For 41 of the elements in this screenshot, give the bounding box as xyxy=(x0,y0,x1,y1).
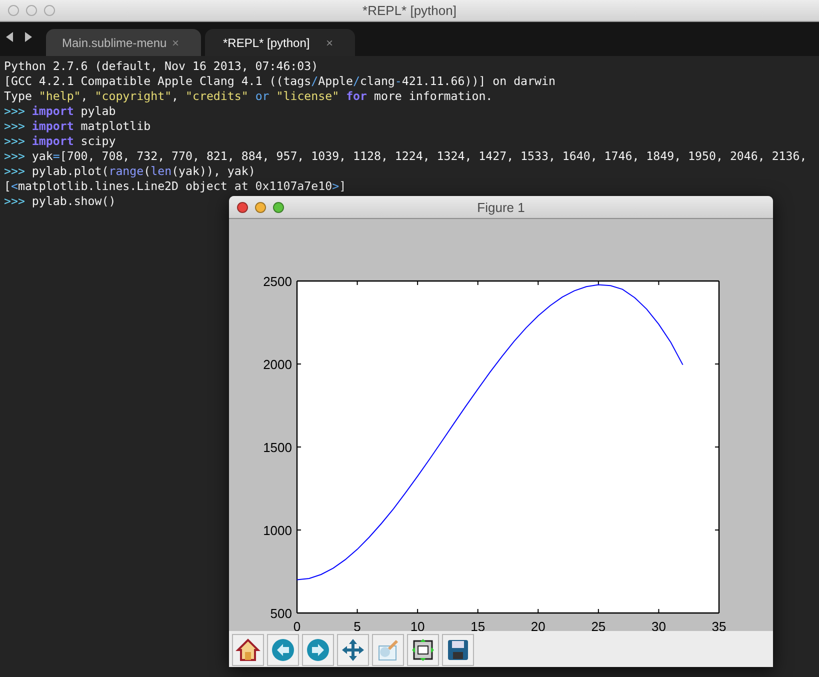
x-tick-label: 35 xyxy=(712,619,726,631)
y-tick-label: 500 xyxy=(270,606,292,621)
tab[interactable]: Main.sublime-menu × xyxy=(46,29,201,56)
console-line: >>> import pylab xyxy=(4,104,116,119)
close-icon[interactable]: × xyxy=(326,36,333,50)
x-tick-label: 5 xyxy=(354,619,361,631)
x-tick-label: 15 xyxy=(470,619,486,631)
toolbar-button[interactable] xyxy=(442,634,474,666)
toolbar-button[interactable] xyxy=(232,634,264,666)
window-control-icon[interactable] xyxy=(255,202,266,212)
y-tick-label: 2500 xyxy=(263,274,292,289)
console-line: Python 2.7.6 (default, Nov 16 2013, 07:46:03) xyxy=(4,59,318,74)
x-tick-label: 10 xyxy=(410,619,425,631)
window-control-icon[interactable] xyxy=(237,202,248,212)
window-control-icon[interactable] xyxy=(273,202,284,212)
y-tick-label: 1000 xyxy=(263,523,292,538)
console-line: >>> import scipy xyxy=(4,134,116,149)
window-title: Figure 1 xyxy=(477,200,525,214)
y-tick-label: 1500 xyxy=(263,440,292,455)
tab-navigation-icon[interactable] xyxy=(6,32,32,42)
console-line: >>> pylab.plot(range(len(yak)), yak) xyxy=(4,164,256,179)
console-line: >>> pylab.show() xyxy=(4,194,116,209)
console-line: [<matplotlib.lines.Line2D object at 0x1107a7e10>] xyxy=(4,179,346,194)
x-tick-label: 0 xyxy=(293,619,301,631)
close-icon[interactable]: × xyxy=(172,36,179,50)
x-tick-label: 25 xyxy=(591,619,606,631)
console-line: [GCC 4.2.1 Compatible Apple Clang 4.1 ((tags/Apple/clang-421.11.66))] on darwin xyxy=(4,74,556,89)
move-icon xyxy=(340,636,366,662)
tab-label: Main.sublime-menu xyxy=(62,36,167,50)
x-tick-label: 30 xyxy=(651,619,666,631)
home-icon xyxy=(235,636,261,662)
console-line: Type "help", "copyright", "credits" or "license" for more information. xyxy=(4,89,493,104)
tab-label: *REPL* [python] xyxy=(223,36,310,50)
x-tick-label: 20 xyxy=(530,619,546,631)
toolbar-button[interactable] xyxy=(407,634,439,666)
console-line: >>> import matplotlib xyxy=(4,119,151,134)
window-title: *REPL* [python] xyxy=(362,3,456,18)
y-tick-label: 2000 xyxy=(263,357,292,372)
tab[interactable]: *REPL* [python] × xyxy=(205,29,355,56)
console-line: >>> yak=[700, 708, 732, 770, 821, 884, 957, 1039, 1128, 1224, 1324, 1427, 1533, 1640, 1746, 1849, 1950, 2046, 2136, xyxy=(4,149,807,164)
subplots-icon xyxy=(410,636,436,662)
